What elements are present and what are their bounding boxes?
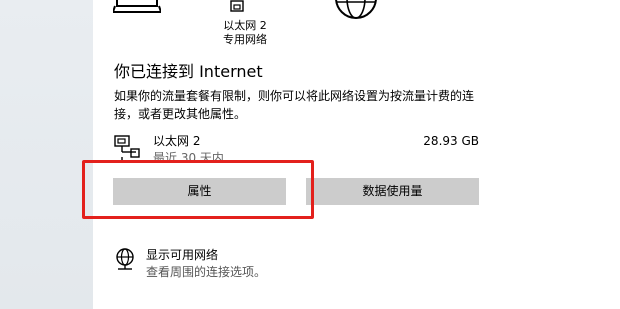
ethernet-adapter-icon — [230, 0, 244, 12]
network-globe-icon[interactable] — [114, 248, 136, 272]
adapter-name: 以太网 2 — [223, 19, 267, 32]
network-data-usage: 28.93 GB — [423, 134, 479, 148]
data-usage-button[interactable]: 数据使用量 — [306, 178, 479, 205]
adapter-network-type: 专用网络 — [223, 33, 267, 46]
highlight-annotation-box — [82, 160, 314, 219]
globe-icon — [335, 0, 377, 19]
left-panel-background — [0, 0, 93, 309]
computer-icon — [113, 0, 161, 13]
network-name: 以太网 2 — [153, 134, 201, 148]
connection-status-title: 你已连接到 Internet — [114, 62, 263, 81]
show-available-networks-link[interactable]: 显示可用网络 — [146, 247, 218, 263]
show-available-networks-description: 查看周围的连接选项。 — [146, 265, 267, 279]
network-status-page: 以太网 2 专用网络 你已连接到 Internet 如果你的流量套餐有限制，则你… — [0, 0, 620, 309]
adapter-label: 以太网 2 专用网络 — [210, 19, 280, 47]
connection-status-description: 如果你的流量套餐有限制，则你可以将此网络设置为按流量计费的连接，或者更改其他属性… — [114, 89, 475, 121]
